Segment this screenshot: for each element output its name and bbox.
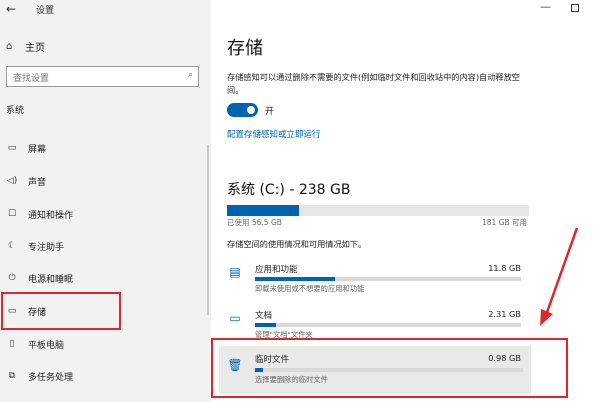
arrow-head bbox=[540, 309, 553, 326]
red-arrow-annotation bbox=[540, 227, 579, 326]
arrow-shaft bbox=[544, 227, 579, 316]
